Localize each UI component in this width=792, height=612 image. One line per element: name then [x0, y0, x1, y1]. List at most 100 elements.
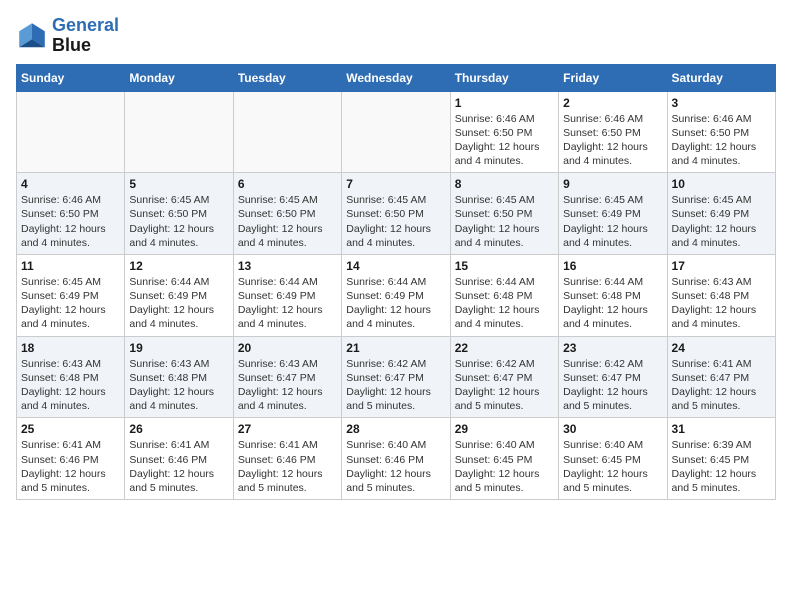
day-info: Sunrise: 6:44 AM Sunset: 6:49 PM Dayligh…: [346, 275, 445, 332]
weekday-header: Thursday: [450, 64, 558, 91]
calendar-cell: 13 Sunrise: 6:44 AM Sunset: 6:49 PM Dayli…: [233, 254, 341, 336]
calendar-cell: 28 Sunrise: 6:40 AM Sunset: 6:46 PM Dayli…: [342, 418, 450, 500]
day-info: Sunrise: 6:43 AM Sunset: 6:48 PM Dayligh…: [129, 357, 228, 414]
weekday-header: Wednesday: [342, 64, 450, 91]
calendar-cell: 6 Sunrise: 6:45 AM Sunset: 6:50 PM Daylig…: [233, 173, 341, 255]
calendar-cell: [342, 91, 450, 173]
day-info: Sunrise: 6:44 AM Sunset: 6:49 PM Dayligh…: [129, 275, 228, 332]
calendar-week-row: 4Sunrise: 6:46 AM Sunset: 6:50 PM Daylig…: [17, 173, 776, 255]
calendar-cell: 20Sunrise: 6:43 AM Sunset: 6:47 PM Dayli…: [233, 336, 341, 418]
calendar-cell: 3 Sunrise: 6:46 AM Sunset: 6:50 PM Daylig…: [667, 91, 775, 173]
weekday-header: Friday: [559, 64, 667, 91]
logo-icon: [16, 20, 48, 52]
calendar-cell: 24 Sunrise: 6:41 AM Sunset: 6:47 PM Dayli…: [667, 336, 775, 418]
weekday-header: Tuesday: [233, 64, 341, 91]
day-info: Sunrise: 6:42 AM Sunset: 6:47 PM Dayligh…: [563, 357, 662, 414]
day-info: Sunrise: 6:41 AM Sunset: 6:47 PM Dayligh…: [672, 357, 771, 414]
day-info: Sunrise: 6:43 AM Sunset: 6:48 PM Dayligh…: [21, 357, 120, 414]
day-info: Sunrise: 6:44 AM Sunset: 6:48 PM Dayligh…: [563, 275, 662, 332]
day-info: Sunrise: 6:40 AM Sunset: 6:46 PM Dayligh…: [346, 438, 445, 495]
calendar-cell: 25Sunrise: 6:41 AM Sunset: 6:46 PM Dayli…: [17, 418, 125, 500]
day-number: 26: [129, 422, 228, 436]
calendar-cell: 4Sunrise: 6:46 AM Sunset: 6:50 PM Daylig…: [17, 173, 125, 255]
calendar-cell: 7 Sunrise: 6:45 AM Sunset: 6:50 PM Daylig…: [342, 173, 450, 255]
logo-text: General Blue: [52, 16, 119, 56]
calendar-cell: 10 Sunrise: 6:45 AM Sunset: 6:49 PM Dayli…: [667, 173, 775, 255]
day-number: 31: [672, 422, 771, 436]
day-info: Sunrise: 6:44 AM Sunset: 6:49 PM Dayligh…: [238, 275, 337, 332]
day-number: 30: [563, 422, 662, 436]
calendar-cell: 18 Sunrise: 6:43 AM Sunset: 6:48 PM Dayli…: [17, 336, 125, 418]
day-number: 5: [129, 177, 228, 191]
calendar-cell: 22 Sunrise: 6:42 AM Sunset: 6:47 PM Dayli…: [450, 336, 558, 418]
calendar-cell: 14 Sunrise: 6:44 AM Sunset: 6:49 PM Dayli…: [342, 254, 450, 336]
day-number: 18: [21, 341, 120, 355]
day-number: 3: [672, 96, 771, 110]
calendar-cell: 30Sunrise: 6:40 AM Sunset: 6:45 PM Dayli…: [559, 418, 667, 500]
weekday-header: Sunday: [17, 64, 125, 91]
calendar-cell: 27Sunrise: 6:41 AM Sunset: 6:46 PM Dayli…: [233, 418, 341, 500]
calendar-week-row: 18 Sunrise: 6:43 AM Sunset: 6:48 PM Dayli…: [17, 336, 776, 418]
day-number: 14: [346, 259, 445, 273]
day-info: Sunrise: 6:41 AM Sunset: 6:46 PM Dayligh…: [129, 438, 228, 495]
calendar-cell: 23 Sunrise: 6:42 AM Sunset: 6:47 PM Dayli…: [559, 336, 667, 418]
calendar-cell: 15 Sunrise: 6:44 AM Sunset: 6:48 PM Dayli…: [450, 254, 558, 336]
day-number: 22: [455, 341, 554, 355]
day-number: 13: [238, 259, 337, 273]
day-info: Sunrise: 6:45 AM Sunset: 6:50 PM Dayligh…: [238, 193, 337, 250]
day-info: Sunrise: 6:39 AM Sunset: 6:45 PM Dayligh…: [672, 438, 771, 495]
day-number: 15: [455, 259, 554, 273]
calendar-cell: [125, 91, 233, 173]
day-info: Sunrise: 6:45 AM Sunset: 6:49 PM Dayligh…: [21, 275, 120, 332]
day-info: Sunrise: 6:44 AM Sunset: 6:48 PM Dayligh…: [455, 275, 554, 332]
day-info: Sunrise: 6:45 AM Sunset: 6:49 PM Dayligh…: [672, 193, 771, 250]
day-info: Sunrise: 6:41 AM Sunset: 6:46 PM Dayligh…: [238, 438, 337, 495]
day-info: Sunrise: 6:42 AM Sunset: 6:47 PM Dayligh…: [455, 357, 554, 414]
calendar-cell: 8Sunrise: 6:45 AM Sunset: 6:50 PM Daylig…: [450, 173, 558, 255]
calendar-cell: 19 Sunrise: 6:43 AM Sunset: 6:48 PM Dayli…: [125, 336, 233, 418]
weekday-header: Saturday: [667, 64, 775, 91]
day-number: 23: [563, 341, 662, 355]
calendar-cell: 12Sunrise: 6:44 AM Sunset: 6:49 PM Dayli…: [125, 254, 233, 336]
day-number: 8: [455, 177, 554, 191]
day-info: Sunrise: 6:42 AM Sunset: 6:47 PM Dayligh…: [346, 357, 445, 414]
day-number: 16: [563, 259, 662, 273]
calendar-cell: 11Sunrise: 6:45 AM Sunset: 6:49 PM Dayli…: [17, 254, 125, 336]
calendar-cell: 17 Sunrise: 6:43 AM Sunset: 6:48 PM Dayli…: [667, 254, 775, 336]
day-info: Sunrise: 6:46 AM Sunset: 6:50 PM Dayligh…: [21, 193, 120, 250]
day-number: 29: [455, 422, 554, 436]
calendar-cell: 16 Sunrise: 6:44 AM Sunset: 6:48 PM Dayli…: [559, 254, 667, 336]
day-number: 17: [672, 259, 771, 273]
day-info: Sunrise: 6:46 AM Sunset: 6:50 PM Dayligh…: [455, 112, 554, 169]
calendar-cell: 31 Sunrise: 6:39 AM Sunset: 6:45 PM Dayli…: [667, 418, 775, 500]
calendar-table: SundayMondayTuesdayWednesdayThursdayFrid…: [16, 64, 776, 500]
day-info: Sunrise: 6:45 AM Sunset: 6:50 PM Dayligh…: [346, 193, 445, 250]
day-number: 28: [346, 422, 445, 436]
day-number: 9: [563, 177, 662, 191]
calendar-cell: [233, 91, 341, 173]
day-info: Sunrise: 6:45 AM Sunset: 6:50 PM Dayligh…: [129, 193, 228, 250]
day-info: Sunrise: 6:45 AM Sunset: 6:49 PM Dayligh…: [563, 193, 662, 250]
day-number: 7: [346, 177, 445, 191]
day-number: 20: [238, 341, 337, 355]
page-header: General Blue: [16, 16, 776, 56]
day-number: 6: [238, 177, 337, 191]
day-number: 24: [672, 341, 771, 355]
calendar-cell: [17, 91, 125, 173]
day-number: 10: [672, 177, 771, 191]
logo: General Blue: [16, 16, 119, 56]
day-number: 21: [346, 341, 445, 355]
weekday-header-row: SundayMondayTuesdayWednesdayThursdayFrid…: [17, 64, 776, 91]
day-info: Sunrise: 6:46 AM Sunset: 6:50 PM Dayligh…: [563, 112, 662, 169]
calendar-week-row: 1Sunrise: 6:46 AM Sunset: 6:50 PM Daylig…: [17, 91, 776, 173]
calendar-cell: 29Sunrise: 6:40 AM Sunset: 6:45 PM Dayli…: [450, 418, 558, 500]
day-number: 2: [563, 96, 662, 110]
calendar-cell: 26 Sunrise: 6:41 AM Sunset: 6:46 PM Dayli…: [125, 418, 233, 500]
day-info: Sunrise: 6:41 AM Sunset: 6:46 PM Dayligh…: [21, 438, 120, 495]
calendar-cell: 9 Sunrise: 6:45 AM Sunset: 6:49 PM Daylig…: [559, 173, 667, 255]
weekday-header: Monday: [125, 64, 233, 91]
day-info: Sunrise: 6:46 AM Sunset: 6:50 PM Dayligh…: [672, 112, 771, 169]
day-info: Sunrise: 6:43 AM Sunset: 6:48 PM Dayligh…: [672, 275, 771, 332]
day-number: 19: [129, 341, 228, 355]
calendar-cell: 21 Sunrise: 6:42 AM Sunset: 6:47 PM Dayli…: [342, 336, 450, 418]
